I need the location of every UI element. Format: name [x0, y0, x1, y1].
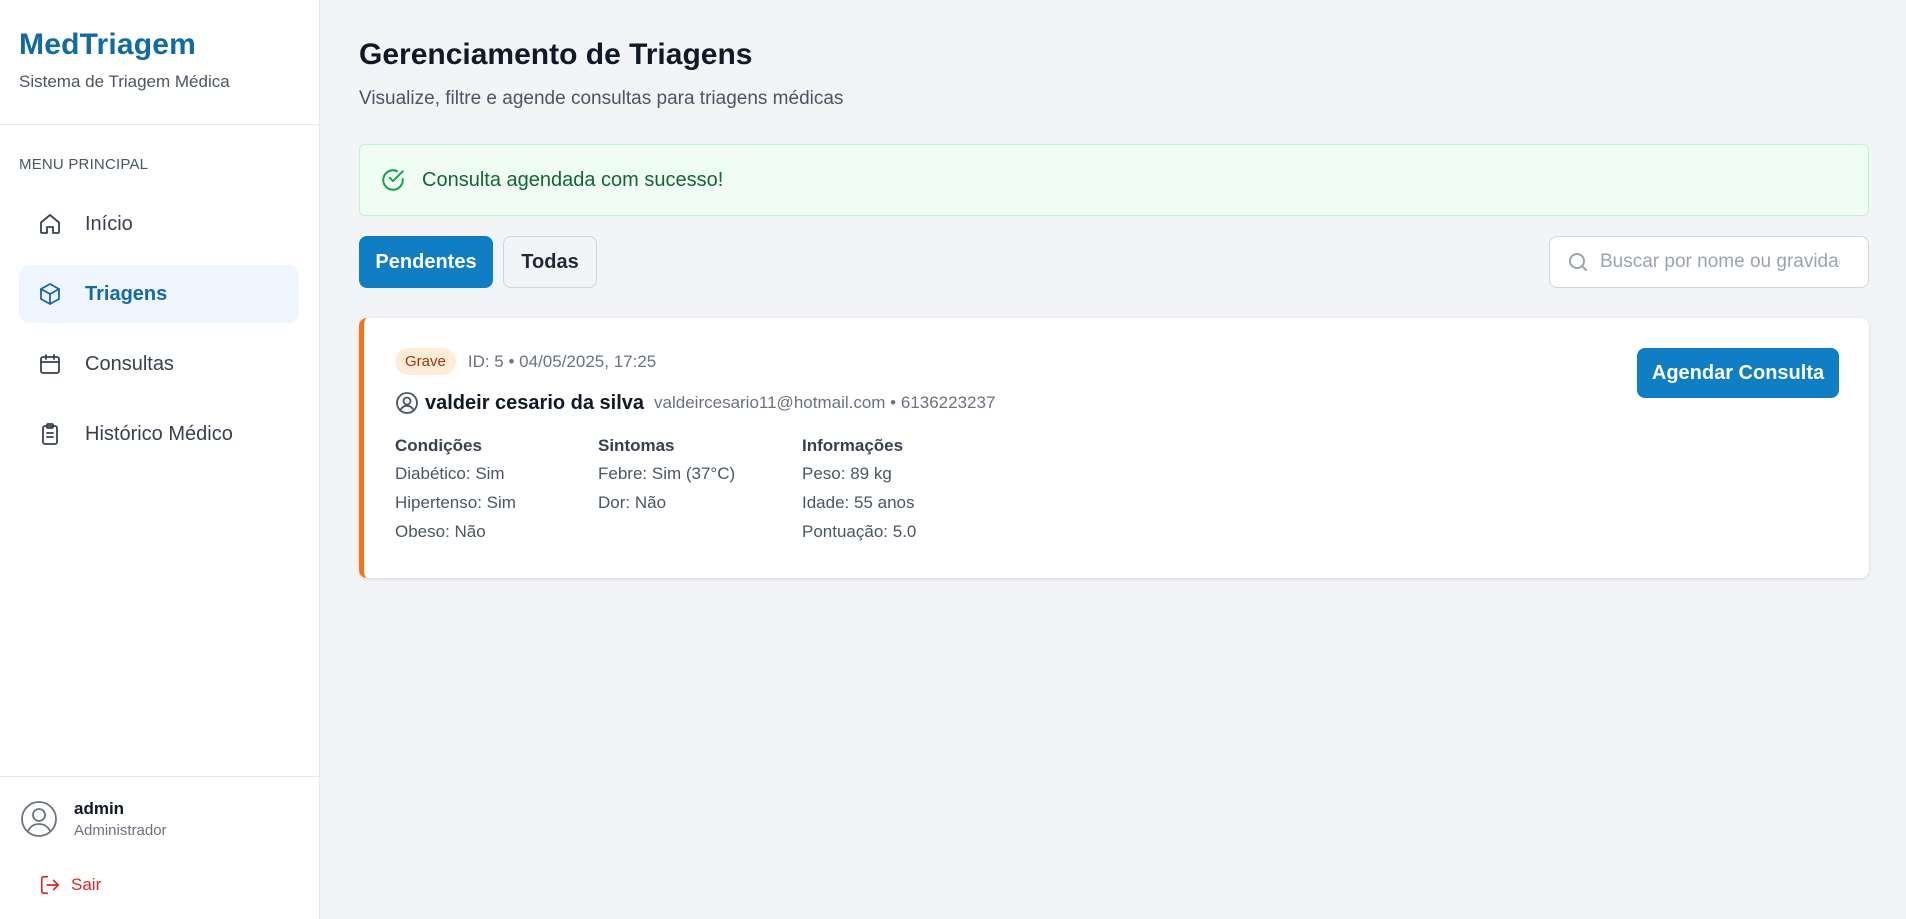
logout-label: Sair — [71, 875, 102, 894]
tab-pendentes[interactable]: Pendentes — [359, 236, 493, 288]
sidebar-item-consultas[interactable]: Consultas — [19, 335, 299, 393]
tab-todas[interactable]: Todas — [503, 236, 597, 288]
triage-card: Grave ID: 5 • 04/05/2025, 17:25 valdeir … — [359, 318, 1869, 578]
user-circle-icon — [396, 392, 418, 414]
user-profile[interactable]: admin Administrador — [19, 799, 167, 839]
main-content: Gerenciamento de Triagens Visualize, fil… — [321, 0, 1906, 919]
condition-item: Diabético: Sim — [395, 464, 505, 483]
user-name: admin — [74, 799, 125, 818]
patient-name: valdeir cesario da silva — [425, 391, 645, 414]
search-icon — [1569, 253, 1587, 271]
condition-item: Hipertenso: Sim — [395, 493, 516, 512]
sidebar: MedTriagem Sistema de Triagem Médica MEN… — [0, 0, 320, 919]
filter-tabs: Pendentes Todas — [359, 236, 597, 288]
brand-subtitle: Sistema de Triagem Médica — [19, 72, 230, 91]
clipboard-icon — [37, 421, 63, 447]
conditions-column: Condições Diabético: Sim Hipertenso: Sim… — [395, 436, 598, 551]
condition-item: Obeso: Não — [395, 522, 486, 541]
triage-header: Grave ID: 5 • 04/05/2025, 17:25 — [395, 348, 656, 375]
triage-details: Condições Diabético: Sim Hipertenso: Sim… — [395, 436, 1022, 551]
severity-badge: Grave — [395, 348, 456, 375]
cube-icon — [37, 281, 63, 307]
search-box — [1549, 236, 1869, 288]
info-item: Peso: 89 kg — [802, 464, 892, 483]
patient-contact: valdeircesario11@hotmail.com • 613622323… — [654, 393, 996, 412]
sidebar-menu: Início Triagens Consultas Histórico Médi… — [19, 195, 299, 475]
info-title: Informações — [802, 436, 904, 455]
symptoms-column: Sintomas Febre: Sim (37°C) Dor: Não — [598, 436, 802, 551]
patient-row: valdeir cesario da silva valdeircesario1… — [395, 391, 995, 415]
check-circle-icon — [382, 169, 404, 191]
sidebar-item-historico[interactable]: Histórico Médico — [19, 405, 299, 463]
sidebar-item-label: Início — [85, 212, 133, 235]
symptoms-title: Sintomas — [598, 436, 675, 455]
sidebar-item-label: Histórico Médico — [85, 422, 233, 445]
logout-icon — [40, 875, 60, 895]
menu-heading: MENU PRINCIPAL — [19, 156, 149, 173]
symptom-item: Febre: Sim (37°C) — [598, 464, 736, 483]
user-role: Administrador — [74, 822, 167, 839]
conditions-title: Condições — [395, 436, 482, 455]
sidebar-item-triagens[interactable]: Triagens — [19, 265, 299, 323]
triage-meta: ID: 5 • 04/05/2025, 17:25 — [467, 351, 657, 371]
sidebar-footer: admin Administrador Sair — [0, 776, 320, 919]
alert-message: Consulta agendada com sucesso! — [422, 168, 724, 191]
info-item: Idade: 55 anos — [802, 493, 915, 512]
calendar-icon — [37, 351, 63, 377]
page-title: Gerenciamento de Triagens — [359, 38, 753, 71]
logout-button[interactable]: Sair — [39, 874, 101, 896]
info-column: Informações Peso: 89 kg Idade: 55 anos P… — [802, 436, 1022, 551]
schedule-consultation-button[interactable]: Agendar Consulta — [1637, 348, 1839, 398]
brand-title[interactable]: MedTriagem — [19, 28, 300, 62]
brand: MedTriagem Sistema de Triagem Médica — [0, 0, 319, 125]
user-avatar-icon — [19, 799, 59, 839]
symptom-item: Dor: Não — [598, 493, 667, 512]
home-icon — [37, 211, 63, 237]
info-item: Pontuação: 5.0 — [802, 522, 917, 541]
success-alert: Consulta agendada com sucesso! — [359, 144, 1869, 216]
search-input[interactable] — [1600, 251, 1840, 273]
sidebar-item-inicio[interactable]: Início — [19, 195, 299, 253]
sidebar-item-label: Triagens — [85, 282, 168, 305]
page-subtitle: Visualize, filtre e agende consultas par… — [359, 88, 844, 109]
sidebar-item-label: Consultas — [85, 352, 174, 375]
